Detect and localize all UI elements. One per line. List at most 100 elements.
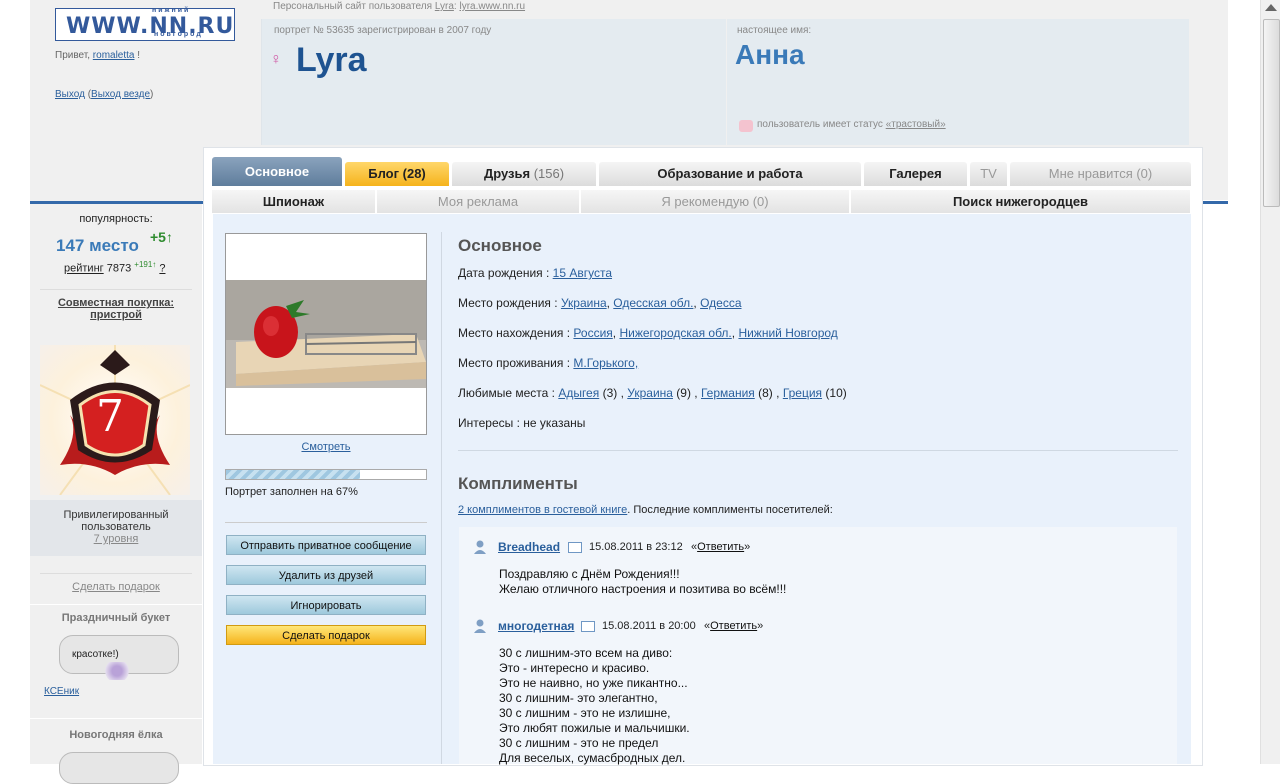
compliment-text: 30 с лишним-это всем на диво: Это - инте… (499, 646, 690, 765)
birth-date-link[interactable]: 15 Августа (553, 266, 612, 280)
tab-likes[interactable]: Мне нравится (0) (1010, 162, 1191, 186)
trust-status-icon (739, 120, 753, 132)
birth-country-link[interactable]: Украина (561, 296, 607, 310)
tab-recommend[interactable]: Я рекомендую (0) (581, 190, 850, 213)
rating-help-link[interactable]: ? (159, 263, 165, 275)
progress-text: Портрет заполнен на 67% (225, 486, 358, 498)
guestbook-link[interactable]: 2 комплиментов в гостевой книге (458, 504, 627, 516)
compliment-text: Поздравляю с Днём Рождения!!! Желаю отли… (499, 567, 787, 596)
portrait-progress-bar (225, 469, 427, 480)
envelope-icon[interactable] (568, 542, 582, 553)
envelope-icon[interactable] (581, 621, 595, 632)
badge-number: 7 (96, 391, 124, 442)
fav-place-link[interactable]: Украина (627, 386, 673, 400)
divider (40, 289, 192, 290)
scroll-thumb[interactable] (1263, 19, 1280, 207)
tab-friends[interactable]: Друзья (156) (452, 162, 596, 186)
birth-city-link[interactable]: Одесса (700, 296, 741, 310)
logout-everywhere-link[interactable]: Выход везде (91, 89, 150, 100)
interests-row: Интересы : не указаны (458, 416, 586, 430)
scroll-up-icon[interactable] (1265, 4, 1277, 11)
compliment-author-link[interactable]: Breadhead (498, 540, 560, 554)
privileged-box: Привилегированный пользователь 7 уровня (30, 500, 202, 556)
residence-link[interactable]: М.Горького, (573, 356, 638, 370)
popularity-delta: +5↑ (150, 229, 173, 245)
rating-link[interactable]: рейтинг (64, 263, 104, 275)
user-icon (473, 619, 487, 633)
ignore-button[interactable]: Игнорировать (226, 595, 426, 615)
logout-link[interactable]: Выход (55, 89, 85, 100)
popularity-label: популярность: (79, 213, 153, 225)
fav-place-link[interactable]: Адыгея (558, 386, 599, 400)
location-city-link[interactable]: Нижний Новгород (738, 326, 837, 340)
logout-links: Выход (Выход везде) (55, 89, 154, 100)
compliment-author-link[interactable]: многодетная (498, 619, 574, 633)
birth-date-row: Дата рождения : 15 Августа (458, 266, 613, 280)
divider (30, 604, 202, 605)
current-user-link[interactable]: romaletta (93, 50, 135, 61)
portrait-info: портрет № 53635 зарегистрирован в 2007 г… (274, 25, 492, 36)
gift-sender-link[interactable]: КСЕник (44, 686, 79, 697)
tab-main[interactable]: Основное (212, 157, 342, 186)
user-icon (473, 540, 487, 554)
make-gift-link[interactable]: Сделать подарок (30, 581, 202, 593)
location-country-link[interactable]: Россия (573, 326, 612, 340)
rating-line: рейтинг 7873 +191↑ ? (64, 260, 166, 275)
birth-place-row: Место рождения : Украина, Одесская обл.,… (458, 296, 742, 310)
real-name-label: настоящее имя: (737, 25, 812, 36)
trust-status-link[interactable]: «трастовый» (886, 119, 946, 130)
birth-region-link[interactable]: Одесская обл. (613, 296, 693, 310)
compliment-date: 15.08.2011 в 20:00 (602, 620, 696, 632)
site-logo[interactable]: нижний WWW.NN.RU новгород (55, 7, 235, 41)
gift-title: Новогодняя ёлка (69, 729, 163, 741)
fav-place-link[interactable]: Греция (783, 386, 822, 400)
gift-bubble (59, 752, 179, 784)
divider (40, 573, 192, 574)
tab-tv[interactable]: TV (970, 162, 1007, 186)
remove-friend-button[interactable]: Удалить из друзей (226, 565, 426, 585)
joint-purchase-link[interactable]: Совместная покупка: пристрой (50, 297, 182, 321)
compliment-date: 15.08.2011 в 23:12 (589, 541, 683, 553)
privilege-badge: 7 (39, 345, 191, 496)
divider (458, 450, 1178, 451)
make-gift-button[interactable]: Сделать подарок (226, 625, 426, 645)
reply-link[interactable]: Ответить (710, 620, 757, 632)
tab-education-work[interactable]: Образование и работа (599, 162, 861, 186)
real-name: Анна (735, 39, 805, 70)
popularity-place: 147 место (56, 236, 139, 255)
reply-link[interactable]: Ответить (697, 541, 744, 553)
tab-blog[interactable]: Блог (28) (345, 162, 449, 186)
column-divider (441, 232, 442, 764)
view-photo-link[interactable]: Смотреть (225, 441, 427, 453)
female-icon: ♀ (270, 51, 282, 68)
divider (30, 718, 202, 719)
section-title-compliments: Комплименты (458, 474, 578, 493)
location-region-link[interactable]: Нижегородская обл. (619, 326, 731, 340)
residence-row: Место проживания : М.Горького, (458, 356, 639, 370)
gift-title: Праздничный букет (61, 612, 171, 624)
site-user-link[interactable]: Lyra (435, 1, 454, 12)
logo-top-text: нижний (152, 7, 191, 14)
bouquet-icon (103, 662, 131, 680)
reply-wrap: «Ответить» (691, 541, 751, 553)
greeting: Привет, romaletta ! (55, 50, 141, 61)
tab-gallery[interactable]: Галерея (864, 162, 967, 186)
reply-wrap: «Ответить» (704, 620, 764, 632)
site-caption: Персональный сайт пользователя Lyra: lyr… (273, 1, 526, 12)
page-scrollbar[interactable] (1260, 0, 1280, 764)
tab-spying[interactable]: Шпионаж (212, 190, 376, 213)
tab-search-people[interactable]: Поиск нижегородцев (851, 190, 1191, 213)
tab-my-ads[interactable]: Моя реклама (377, 190, 580, 213)
site-url-link[interactable]: lyra.www.nn.ru (459, 1, 525, 12)
fav-place-link[interactable]: Германия (701, 386, 755, 400)
location-row: Место нахождения : Россия, Нижегородская… (458, 326, 838, 340)
section-title-basics: Основное (458, 236, 542, 255)
fav-places-row: Любимые места : Адыгея (3) , Украина (9)… (458, 386, 847, 400)
send-message-button[interactable]: Отправить приватное сообщение (226, 535, 426, 555)
divider (225, 522, 427, 523)
compliments-summary: 2 комплиментов в гостевой книге. Последн… (458, 504, 833, 516)
privileged-level-link[interactable]: 7 уровня (94, 533, 139, 545)
logo-bottom-text: новгород (154, 31, 203, 38)
profile-photo[interactable] (225, 233, 427, 435)
real-name-box: настоящее имя: Анна пользователь имеет с… (727, 19, 1189, 145)
